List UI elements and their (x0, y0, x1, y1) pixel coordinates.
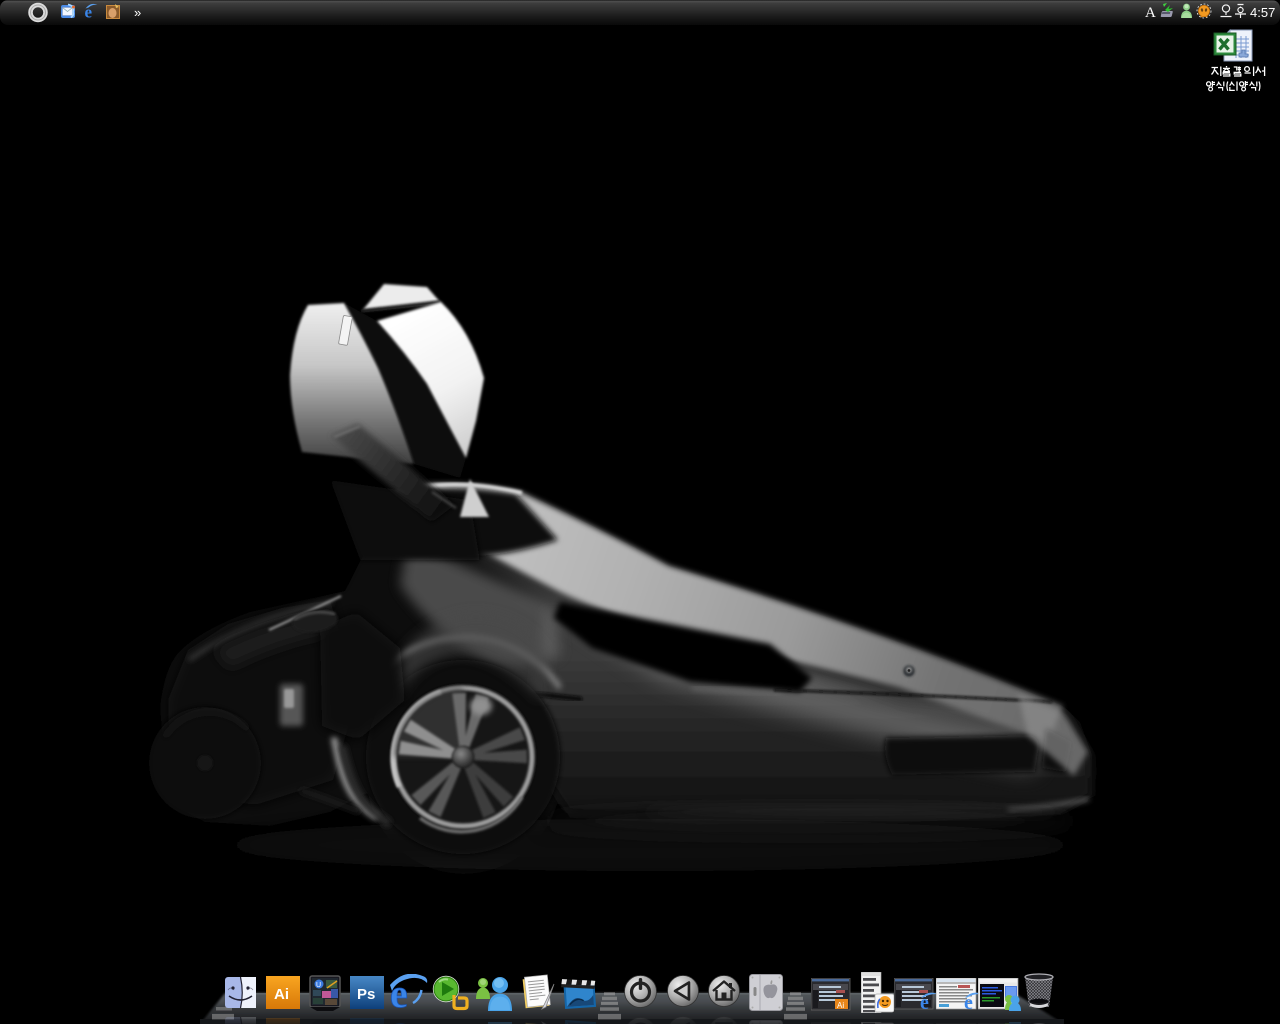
svg-text:Ai: Ai (274, 986, 289, 1003)
svg-text:»: » (134, 5, 141, 20)
svg-text:A: A (1145, 5, 1156, 21)
svg-text:U: U (316, 982, 321, 989)
svg-text:4:57: 4:57 (1250, 5, 1275, 20)
svg-text:Ps: Ps (357, 986, 375, 1003)
svg-text:Ai: Ai (837, 1001, 844, 1010)
